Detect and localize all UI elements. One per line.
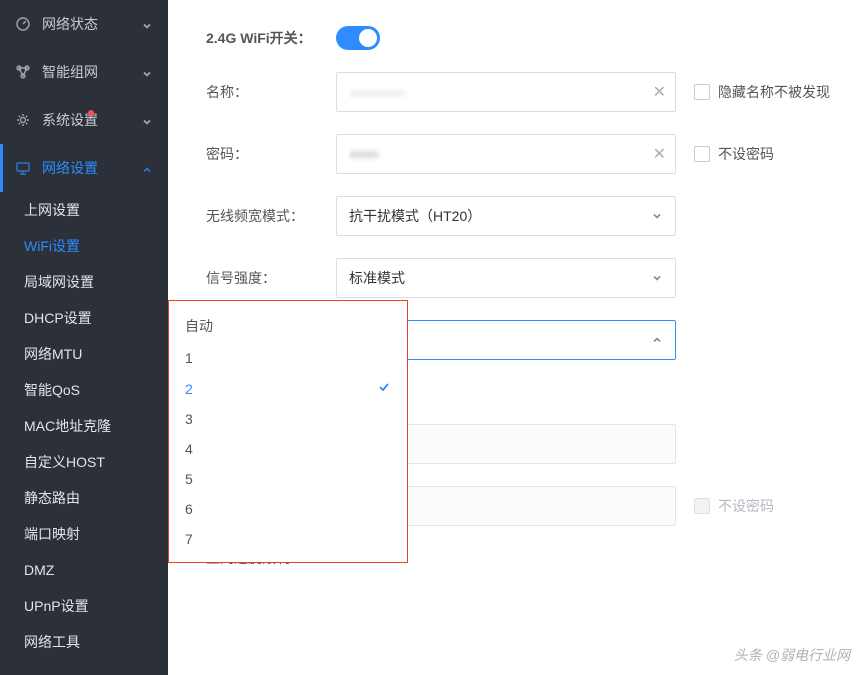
- channel-dropdown: 自动1234567: [168, 300, 408, 563]
- sub-item-lan[interactable]: 局域网设置: [0, 264, 168, 300]
- watermark: 头条 @弱电行业网: [734, 645, 850, 665]
- sidebar-item-network-status[interactable]: 网络状态: [0, 0, 168, 48]
- bandwidth-value: 抗干扰模式（HT20）: [349, 206, 481, 226]
- signal-value: 标准模式: [349, 268, 405, 288]
- sidebar-item-smart-mesh[interactable]: 智能组网: [0, 48, 168, 96]
- channel-option[interactable]: 1: [169, 343, 407, 373]
- sidebar-item-label: 智能组网: [42, 62, 142, 82]
- chevron-down-icon: [142, 114, 154, 126]
- channel-option[interactable]: 2: [169, 373, 407, 404]
- sub-item-dhcp[interactable]: DHCP设置: [0, 300, 168, 336]
- sidebar-item-label: 网络状态: [42, 14, 142, 34]
- clear-icon[interactable]: ✕: [653, 82, 666, 102]
- wifi-password-input[interactable]: [336, 134, 676, 174]
- channel-option[interactable]: 3: [169, 404, 407, 434]
- nopass-checkbox-wrap[interactable]: 不设密码: [694, 144, 774, 164]
- gear-icon: [14, 111, 32, 129]
- chevron-down-icon: [651, 210, 663, 222]
- channel-dropdown-list[interactable]: 自动1234567: [169, 309, 407, 554]
- channel-option[interactable]: 4: [169, 434, 407, 464]
- sub-item-dmz[interactable]: DMZ: [0, 552, 168, 588]
- sidebar: 网络状态 智能组网 系统设置: [0, 0, 168, 675]
- sub-item-host[interactable]: 自定义HOST: [0, 444, 168, 480]
- sub-item-mac-clone[interactable]: MAC地址克隆: [0, 408, 168, 444]
- channel-option[interactable]: 7: [169, 524, 407, 554]
- chevron-down-icon: [142, 18, 154, 30]
- nopass-label: 不设密码: [718, 144, 774, 164]
- sidebar-item-label: 网络设置: [42, 158, 142, 178]
- sub-item-qos[interactable]: 智能QoS: [0, 372, 168, 408]
- guest-nopass-label: 不设密码: [718, 496, 774, 516]
- channel-option[interactable]: 6: [169, 494, 407, 524]
- hide-ssid-checkbox[interactable]: [694, 84, 710, 100]
- wifi-switch-toggle[interactable]: [336, 26, 380, 50]
- chevron-up-icon: [651, 334, 663, 346]
- nopass-checkbox[interactable]: [694, 146, 710, 162]
- sub-item-static-route[interactable]: 静态路由: [0, 480, 168, 516]
- network-icon: [14, 159, 32, 177]
- guest-nopass-checkbox: [694, 498, 710, 514]
- channel-option[interactable]: 自动: [169, 309, 407, 343]
- sub-item-upnp[interactable]: UPnP设置: [0, 588, 168, 624]
- check-icon: [377, 380, 391, 397]
- channel-option[interactable]: 5: [169, 464, 407, 494]
- sidebar-submenu: 上网设置 WiFi设置 局域网设置 DHCP设置 网络MTU 智能QoS MAC…: [0, 192, 168, 660]
- update-dot: [88, 110, 94, 116]
- sidebar-item-system-settings[interactable]: 系统设置: [0, 96, 168, 144]
- wifi-password-label: 密码：: [206, 144, 336, 164]
- wifi-switch-label: 2.4G WiFi开关：: [206, 28, 336, 48]
- guest-nopass-checkbox-wrap: 不设密码: [694, 496, 774, 516]
- sub-item-port-forward[interactable]: 端口映射: [0, 516, 168, 552]
- chevron-down-icon: [651, 272, 663, 284]
- signal-select[interactable]: 标准模式: [336, 258, 676, 298]
- sub-item-mtu[interactable]: 网络MTU: [0, 336, 168, 372]
- wifi-name-label: 名称：: [206, 82, 336, 102]
- hide-ssid-label: 隐藏名称不被发现: [718, 82, 830, 102]
- wifi-name-input[interactable]: [336, 72, 676, 112]
- chevron-up-icon: [142, 162, 154, 174]
- sub-item-wifi[interactable]: WiFi设置: [0, 228, 168, 264]
- clear-icon[interactable]: ✕: [653, 144, 666, 164]
- sub-item-internet[interactable]: 上网设置: [0, 192, 168, 228]
- dashboard-icon: [14, 15, 32, 33]
- bandwidth-select[interactable]: 抗干扰模式（HT20）: [336, 196, 676, 236]
- sub-item-network-tools[interactable]: 网络工具: [0, 624, 168, 660]
- chevron-down-icon: [142, 66, 154, 78]
- signal-label: 信号强度：: [206, 268, 336, 288]
- bandwidth-label: 无线频宽模式：: [206, 206, 336, 226]
- hide-ssid-checkbox-wrap[interactable]: 隐藏名称不被发现: [694, 82, 830, 102]
- mesh-icon: [14, 63, 32, 81]
- sidebar-item-network-settings[interactable]: 网络设置: [0, 144, 168, 192]
